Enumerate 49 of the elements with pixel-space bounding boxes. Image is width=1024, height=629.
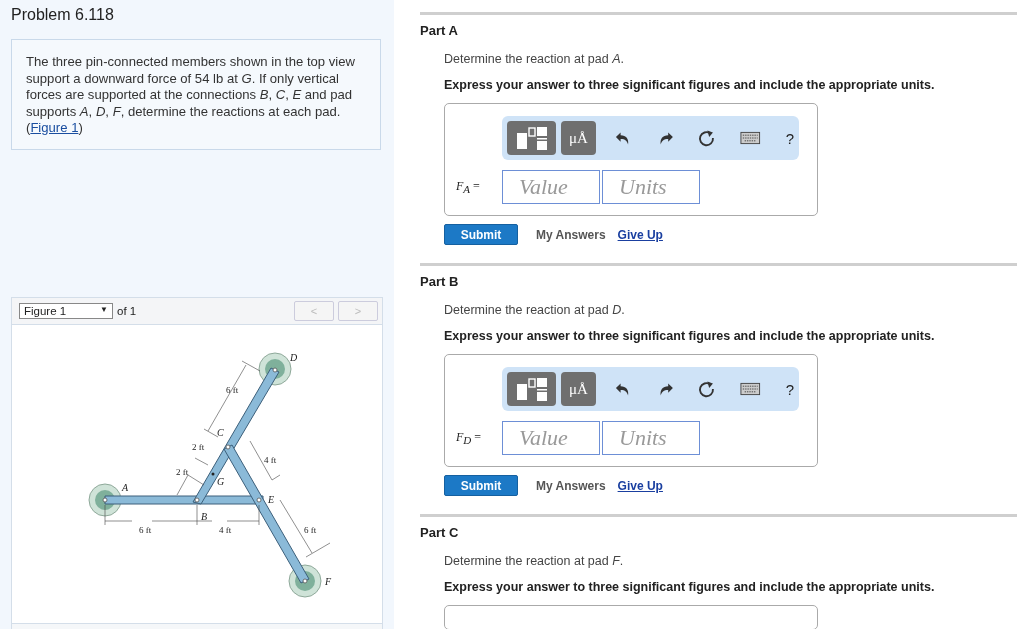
part-title: Part B — [420, 274, 460, 289]
point-label: G — [217, 475, 225, 487]
value-field[interactable]: Value — [502, 421, 600, 455]
instruction-text: Express your answer to three significant figures and include the appropriate units. — [444, 329, 936, 343]
keyboard-icon[interactable] — [740, 131, 761, 145]
part-title: Part C — [420, 525, 460, 540]
question-text: Determine the reaction at pad A. — [444, 52, 625, 66]
figure-link[interactable]: Figure 1 — [30, 120, 79, 135]
template-button[interactable] — [507, 372, 557, 406]
dimension-label: 4 ft — [219, 524, 232, 535]
submit-button[interactable]: Submit — [444, 475, 518, 496]
point-label: C — [217, 426, 224, 438]
give-up-link[interactable]: Give Up — [617, 227, 663, 242]
units-field[interactable]: Units — [602, 170, 700, 204]
point-label: A — [122, 481, 129, 493]
keyboard-icon[interactable] — [740, 382, 761, 396]
submit-button[interactable]: Submit — [444, 224, 518, 245]
instruction-text: Express your answer to three significant figures and include the appropriate units. — [444, 580, 936, 594]
units-button[interactable]: μÅ — [561, 121, 596, 155]
dimension-label: 2 ft — [176, 466, 189, 477]
help-button[interactable]: ? — [785, 129, 794, 147]
my-answers-link[interactable]: My Answers — [536, 478, 606, 493]
part-title: Part A — [420, 23, 459, 38]
units-field[interactable]: Units — [602, 421, 700, 455]
dimension-label: 6 ft — [139, 524, 152, 535]
point-label: E — [268, 493, 275, 505]
leader-line — [194, 457, 209, 465]
problem-text: The three pin-connected members shown in the top view support a downward force of 54 lb at G. If only vertical forces are supported at the connections B, C, E and pad supports A, D, F, determine the reactions at each pad. (Figure 1) — [26, 54, 356, 137]
figure-count: of 1 — [117, 304, 137, 317]
value-field[interactable]: Value — [502, 170, 600, 204]
my-answers-link[interactable]: My Answers — [536, 227, 606, 242]
reset-icon[interactable] — [698, 380, 716, 398]
template-button[interactable] — [507, 121, 557, 155]
units-button[interactable]: μÅ — [561, 372, 596, 406]
question-text: Determine the reaction at pad D. — [444, 303, 626, 317]
give-up-link[interactable]: Give Up — [617, 478, 663, 493]
point-label: D — [290, 351, 298, 363]
figure-select[interactable]: Figure 1 ▼ — [19, 302, 113, 319]
problem-title: Problem 6.118 — [11, 6, 115, 24]
dimension-label: 6 ft — [226, 384, 239, 395]
dimension-label: 6 ft — [304, 524, 317, 535]
point-label: F — [325, 575, 332, 587]
reset-icon[interactable] — [698, 129, 716, 147]
dimension-label: 2 ft — [192, 441, 205, 452]
help-button[interactable]: ? — [785, 380, 794, 398]
dimension-label: 4 ft — [264, 454, 277, 465]
instruction-text: Express your answer to three significant figures and include the appropriate units. — [444, 78, 936, 92]
question-text: Determine the reaction at pad F. — [444, 554, 625, 568]
point-label: B — [201, 510, 208, 522]
